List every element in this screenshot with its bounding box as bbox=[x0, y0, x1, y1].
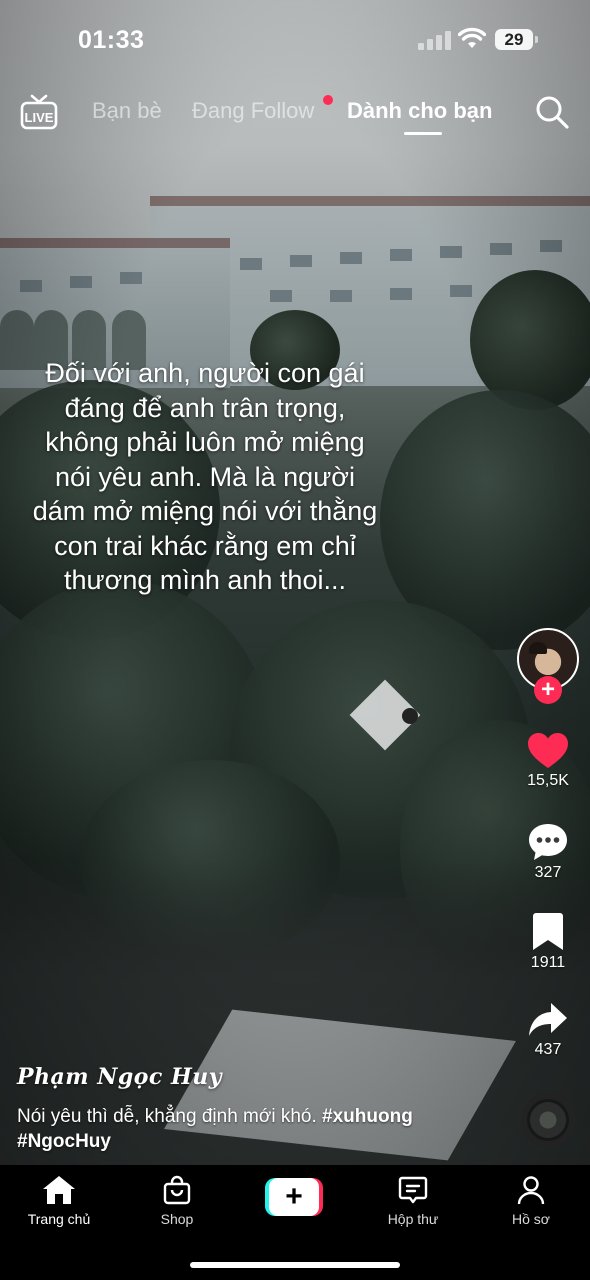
nav-shop[interactable]: Shop bbox=[127, 1175, 227, 1227]
live-tv-icon[interactable]: LIVE bbox=[20, 94, 58, 130]
share-button[interactable]: 437 bbox=[514, 1001, 582, 1059]
post-description[interactable]: Nói yêu thì dễ, khẳng định mới khó. #xuh… bbox=[17, 1104, 487, 1154]
cellular-signal-icon bbox=[418, 31, 451, 50]
like-button[interactable]: 15,5K bbox=[514, 732, 582, 790]
comment-button[interactable]: 327 bbox=[514, 822, 582, 882]
overlay-line: đáng để anh trân trọng, bbox=[64, 392, 346, 423]
following-notification-dot bbox=[323, 95, 333, 105]
follow-button[interactable]: + bbox=[534, 676, 562, 704]
overlay-line: nói yêu anh. Mà là người bbox=[55, 461, 355, 492]
nav-inbox[interactable]: Hộp thư bbox=[363, 1175, 463, 1227]
search-icon[interactable] bbox=[534, 94, 570, 130]
nav-profile[interactable]: Hồ sơ bbox=[481, 1175, 581, 1227]
save-button[interactable]: 1911 bbox=[514, 912, 582, 972]
description-text: Nói yêu thì dễ, khẳng định mới khó. bbox=[17, 1106, 317, 1127]
bookmark-icon bbox=[533, 913, 563, 950]
nav-shop-label: Shop bbox=[160, 1211, 194, 1227]
music-disc-icon[interactable] bbox=[521, 1093, 575, 1147]
nav-home-label: Trang chủ bbox=[27, 1211, 91, 1227]
heart-icon bbox=[528, 733, 568, 768]
active-tab-indicator bbox=[404, 132, 442, 135]
overlay-line: con trai khác rằng em chỉ bbox=[54, 530, 356, 561]
nav-home[interactable]: Trang chủ bbox=[9, 1175, 109, 1227]
save-count: 1911 bbox=[530, 954, 566, 971]
create-icon: + bbox=[269, 1178, 319, 1216]
tab-for-you[interactable]: Dành cho bạn bbox=[347, 98, 492, 124]
profile-icon bbox=[517, 1176, 545, 1205]
battery-indicator: 29 bbox=[495, 29, 538, 50]
shopping-bag-icon bbox=[163, 1175, 191, 1205]
like-count: 15,5K bbox=[527, 772, 569, 789]
create-button[interactable]: + bbox=[265, 1178, 323, 1216]
nav-profile-label: Hồ sơ bbox=[512, 1211, 550, 1227]
tab-friends[interactable]: Bạn bè bbox=[92, 98, 162, 124]
overlay-line: thương mình anh thoi... bbox=[64, 565, 346, 595]
hashtag-link[interactable]: #NgocHuy bbox=[17, 1131, 111, 1152]
tab-following[interactable]: Đang Follow bbox=[192, 98, 314, 124]
status-bar: 01:33 29 bbox=[0, 0, 590, 80]
share-count: 437 bbox=[534, 1041, 562, 1058]
overlay-line: không phải luôn mở miệng bbox=[45, 427, 365, 457]
video-text-overlay: Đối với anh, người con gái đáng để anh t… bbox=[10, 356, 400, 598]
share-arrow-icon bbox=[529, 1003, 567, 1036]
home-indicator bbox=[190, 1262, 400, 1268]
hashtag-link[interactable]: #xuhuong bbox=[322, 1106, 413, 1127]
author-name[interactable]: Phạm Ngọc Huy bbox=[17, 1064, 222, 1090]
svg-text:LIVE: LIVE bbox=[25, 110, 54, 125]
top-nav: LIVE Bạn bè Đang Follow Dành cho bạn bbox=[0, 86, 590, 140]
inbox-icon bbox=[398, 1176, 428, 1204]
status-time: 01:33 bbox=[78, 26, 145, 54]
overlay-line: dám mở miệng nói với thằng bbox=[32, 496, 378, 526]
nav-inbox-label: Hộp thư bbox=[387, 1211, 439, 1227]
comment-count: 327 bbox=[534, 864, 562, 881]
home-icon bbox=[43, 1176, 75, 1204]
overlay-line: Đối với anh, người con gái bbox=[45, 358, 365, 388]
comment-bubble-icon bbox=[529, 824, 567, 860]
wifi-icon bbox=[458, 27, 486, 48]
